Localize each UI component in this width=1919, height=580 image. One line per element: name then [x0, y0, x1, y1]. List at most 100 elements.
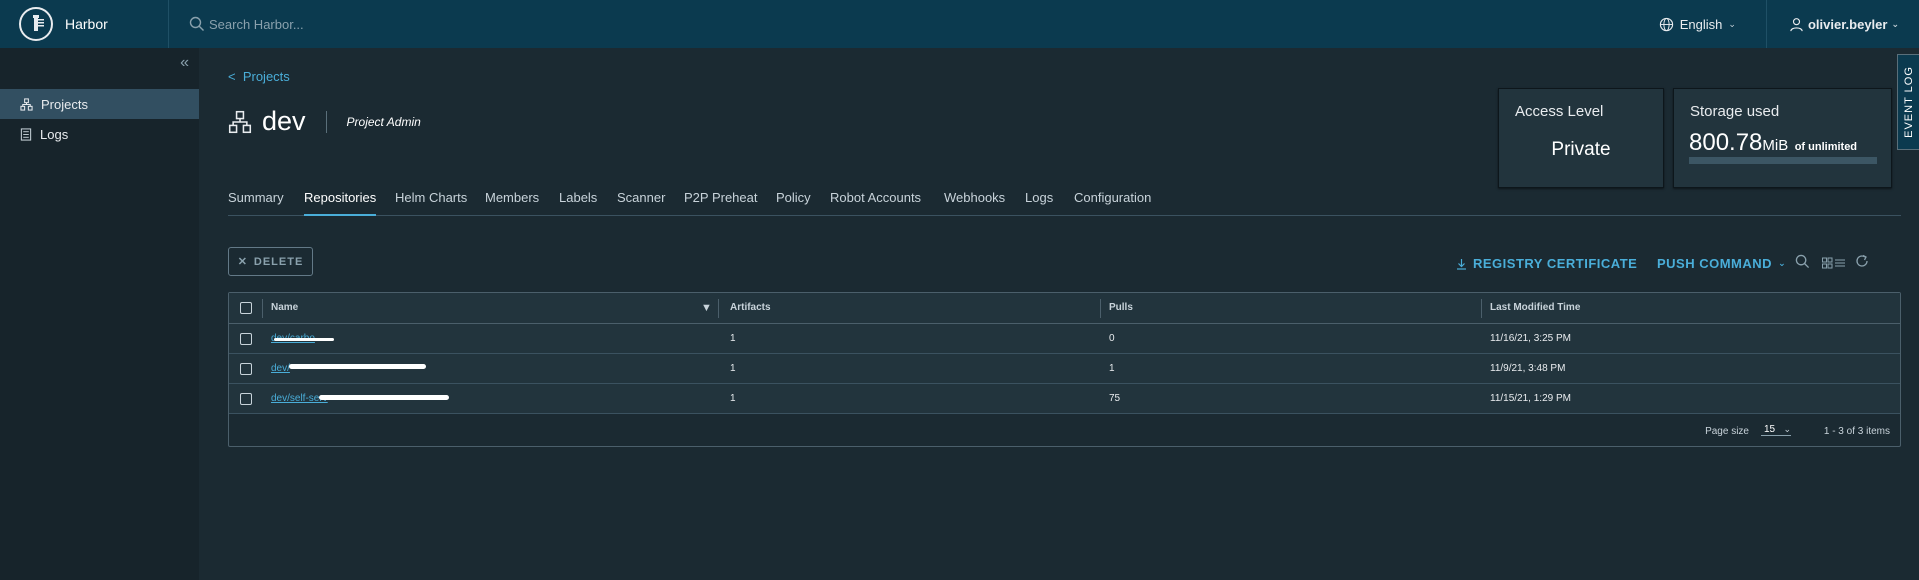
- language-selector[interactable]: English ⌄: [1659, 0, 1767, 48]
- tab-summary[interactable]: Summary: [228, 190, 284, 216]
- page-size-label: Page size: [1705, 426, 1749, 437]
- project-name: dev: [262, 106, 306, 136]
- storage-usage-bar: [1689, 157, 1877, 164]
- column-divider: [262, 299, 263, 318]
- table-footer: Page size 15 ⌄ 1 - 3 of 3 items: [229, 416, 1900, 446]
- close-icon: ✕: [237, 256, 248, 268]
- top-header: Harbor English ⌄ olivier.beyler ⌄: [0, 0, 1919, 48]
- storage-amount: 800.78: [1689, 129, 1763, 156]
- sidebar-item-projects[interactable]: Projects: [0, 89, 199, 119]
- last-modified: 11/9/21, 3:48 PM: [1490, 363, 1566, 374]
- event-log-label: EVENT LOG: [1902, 66, 1915, 138]
- storage-used-title: Storage used: [1690, 103, 1780, 120]
- chevron-down-icon: ⌄: [1728, 18, 1736, 29]
- delete-label: DELETE: [253, 255, 304, 268]
- push-command-label: PUSH COMMAND: [1657, 256, 1773, 271]
- pulls-count: 1: [1109, 363, 1115, 374]
- chevron-down-icon: ⌄: [1783, 424, 1791, 434]
- registry-certificate-button[interactable]: REGISTRY CERTIFICATE: [1456, 256, 1637, 271]
- back-to-projects-link[interactable]: < Projects: [228, 69, 290, 84]
- tab-repositories[interactable]: Repositories: [304, 190, 377, 216]
- tab-p2p-preheat[interactable]: P2P Preheat: [684, 190, 757, 216]
- search-icon: [189, 16, 204, 31]
- pulls-count: 75: [1109, 393, 1121, 404]
- row-checkbox[interactable]: [240, 393, 252, 405]
- page-size-select[interactable]: 15 ⌄: [1761, 424, 1791, 436]
- column-header-artifacts[interactable]: Artifacts: [730, 302, 771, 313]
- registry-certificate-label: REGISTRY CERTIFICATE: [1473, 256, 1638, 271]
- repository-name-link[interactable]: dev/: [271, 363, 290, 374]
- redaction-scribble: [274, 338, 334, 341]
- delete-button[interactable]: ✕ DELETE: [228, 247, 313, 276]
- table-header: Name ▼ Artifacts Pulls Last Modified Tim…: [229, 293, 1900, 324]
- user-icon: [1790, 17, 1803, 31]
- harbor-logo-icon: [19, 7, 53, 41]
- tab-logs[interactable]: Logs: [1025, 190, 1053, 216]
- divider: [325, 110, 327, 133]
- pulls-count: 0: [1109, 333, 1115, 344]
- tab-labels[interactable]: Labels: [559, 190, 597, 216]
- artifacts-count: 1: [730, 393, 736, 404]
- storage-quota: of unlimited: [1794, 141, 1858, 153]
- project-tabs: Summary Repositories Helm Charts Members…: [228, 190, 1901, 216]
- tab-policy[interactable]: Policy: [776, 190, 811, 216]
- column-header-last-modified[interactable]: Last Modified Time: [1490, 302, 1580, 313]
- brand[interactable]: Harbor: [0, 0, 169, 48]
- user-menu[interactable]: olivier.beyler ⌄: [1767, 0, 1919, 48]
- storage-used-card: Storage used 800.78MiB of unlimited: [1673, 88, 1892, 188]
- row-checkbox[interactable]: [240, 333, 252, 345]
- table-row[interactable]: dev/self-serv 1 75 11/15/21, 1:29 PM: [229, 384, 1900, 414]
- artifacts-count: 1: [730, 333, 736, 344]
- push-command-button[interactable]: PUSH COMMAND ⌄: [1657, 256, 1786, 271]
- collapse-sidebar-icon[interactable]: «: [180, 54, 189, 72]
- table-row[interactable]: dev/ 1 1 11/9/21, 3:48 PM: [229, 354, 1900, 384]
- tab-configuration[interactable]: Configuration: [1074, 190, 1151, 216]
- sidebar-item-label: Projects: [41, 96, 88, 112]
- view-toggle-icon[interactable]: [1822, 256, 1846, 272]
- sidebar-item-logs[interactable]: Logs: [0, 119, 199, 149]
- repositories-table: Name ▼ Artifacts Pulls Last Modified Tim…: [228, 292, 1901, 447]
- search-icon[interactable]: [1795, 254, 1810, 272]
- storage-unit: MiB: [1762, 137, 1789, 154]
- artifacts-count: 1: [730, 363, 736, 374]
- column-header-pulls[interactable]: Pulls: [1109, 302, 1133, 313]
- tab-members[interactable]: Members: [485, 190, 539, 216]
- filter-icon[interactable]: ▼: [701, 302, 712, 314]
- sidebar-item-label: Logs: [40, 126, 69, 142]
- event-log-tab[interactable]: EVENT LOG: [1897, 54, 1919, 150]
- project-icon: [228, 110, 252, 133]
- refresh-icon[interactable]: [1855, 254, 1869, 271]
- column-divider: [718, 299, 719, 318]
- pagination-summary: 1 - 3 of 3 items: [1823, 426, 1890, 437]
- main-content: < Projects dev Project Admin Access Leve…: [199, 48, 1919, 580]
- page-size-value: 15: [1764, 424, 1776, 435]
- logs-icon: [20, 127, 32, 141]
- table-row[interactable]: dev/carbo 1 0 11/16/21, 3:25 PM: [229, 324, 1900, 354]
- row-checkbox[interactable]: [240, 363, 252, 375]
- access-level-title: Access Level: [1515, 103, 1604, 120]
- projects-icon: [20, 97, 33, 111]
- column-divider: [1100, 299, 1101, 318]
- tab-helm-charts[interactable]: Helm Charts: [395, 190, 467, 216]
- sidebar: « Projects Logs: [0, 48, 199, 580]
- tab-webhooks[interactable]: Webhooks: [944, 190, 1005, 216]
- search-input[interactable]: [209, 16, 509, 32]
- column-header-name[interactable]: Name: [271, 302, 298, 313]
- redaction-scribble: [319, 395, 449, 400]
- brand-name: Harbor: [65, 16, 108, 32]
- back-link-label: Projects: [242, 69, 290, 84]
- globe-icon: [1659, 17, 1673, 31]
- tab-robot-accounts[interactable]: Robot Accounts: [830, 190, 921, 216]
- access-level-card: Access Level Private: [1498, 88, 1664, 188]
- tab-scanner[interactable]: Scanner: [617, 190, 665, 216]
- chevron-down-icon: ⌄: [1778, 258, 1787, 268]
- project-role: Project Admin: [346, 114, 421, 129]
- storage-used-value: 800.78MiB of unlimited: [1689, 129, 1857, 157]
- download-icon: [1457, 258, 1466, 270]
- project-header: dev Project Admin: [228, 106, 421, 137]
- column-divider: [1481, 299, 1482, 318]
- last-modified: 11/15/21, 1:29 PM: [1490, 393, 1571, 404]
- chevron-left-icon: <: [228, 69, 243, 84]
- select-all-checkbox[interactable]: [240, 302, 252, 314]
- last-modified: 11/16/21, 3:25 PM: [1490, 333, 1571, 344]
